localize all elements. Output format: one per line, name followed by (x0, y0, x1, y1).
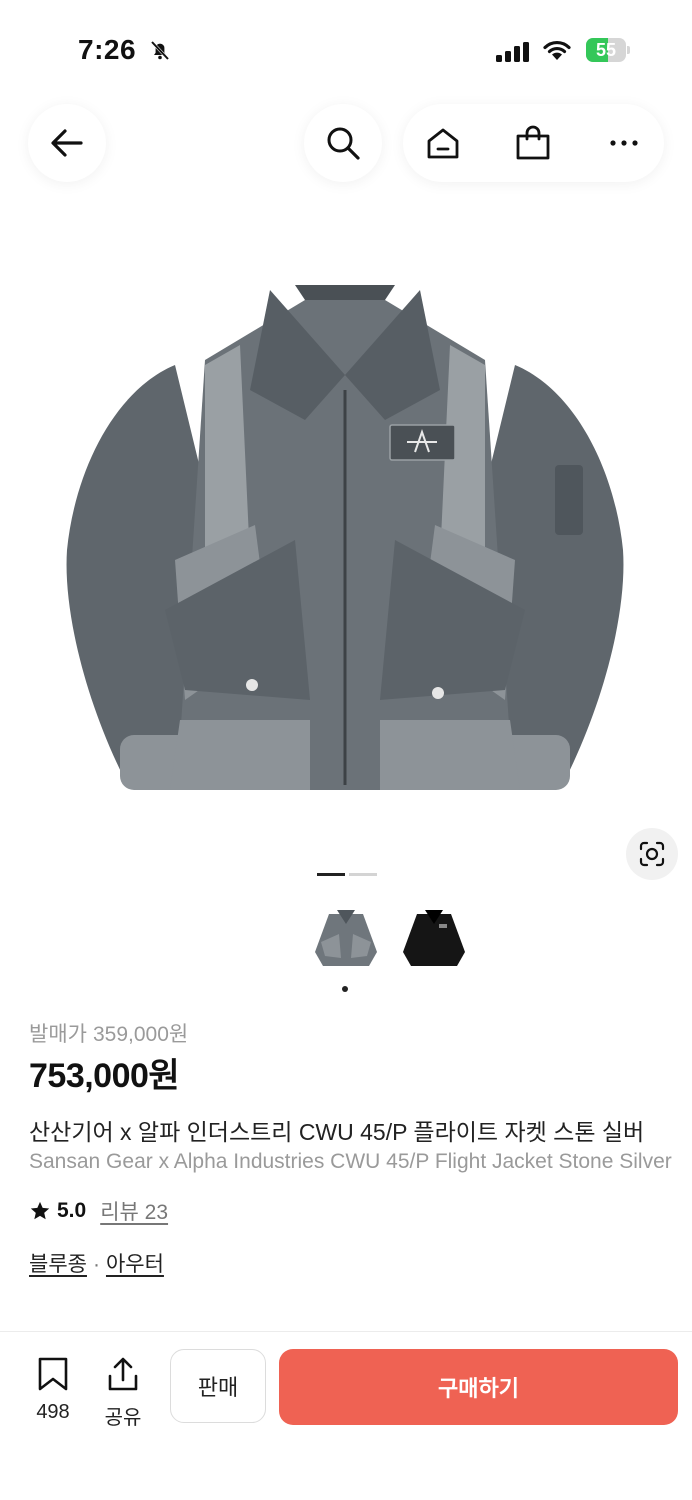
share-button[interactable]: 공유 (93, 1356, 153, 1430)
category-link-blouson[interactable]: 블루종 (29, 1253, 87, 1276)
release-price-value: 359,000원 (92, 1023, 189, 1046)
sell-button[interactable]: 판매 (170, 1349, 266, 1423)
status-bar: 7:26 55 (0, 0, 692, 100)
jacket-thumbnail (315, 910, 377, 966)
battery-level: 55 (595, 40, 617, 60)
more-dots-icon (610, 140, 638, 146)
battery-icon: 55 (586, 38, 630, 62)
buy-button[interactable]: 구매하기 (279, 1349, 678, 1425)
arrow-left-icon (51, 129, 83, 157)
cellular-signal-icon (496, 42, 530, 67)
bookmark-icon (38, 1357, 68, 1391)
wifi-icon (542, 38, 572, 67)
release-price: 발매가 359,000원 (29, 1018, 194, 1048)
product-name-korean: 산산기어 x 알파 인더스트리 CWU 45/P 플라이트 자켓 스톤 실버 (29, 1119, 645, 1145)
lens-scan-icon (639, 841, 665, 867)
category-breadcrumb: 블루종 · 아우터 (29, 1248, 164, 1278)
home-icon (427, 128, 459, 159)
more-button[interactable] (584, 104, 664, 182)
status-time: 7:26 (78, 34, 137, 65)
shopping-bag-button[interactable] (493, 104, 573, 182)
rating-row: 5.0 리뷰 23 (29, 1196, 168, 1226)
product-image[interactable] (55, 280, 635, 810)
share-label: 공유 (104, 1407, 142, 1429)
release-price-label: 발매가 (29, 1023, 87, 1046)
search-icon (327, 127, 360, 160)
image-search-button[interactable] (626, 828, 678, 880)
thumbnail-stone-silver[interactable] (311, 906, 381, 972)
search-button[interactable] (304, 104, 382, 182)
bookmark-button[interactable]: 498 (23, 1356, 83, 1424)
rating-score: 5.0 (57, 1199, 87, 1222)
page-indicator-segment (349, 873, 377, 876)
review-link[interactable]: 리뷰 23 (100, 1196, 168, 1226)
home-button[interactable] (403, 104, 483, 182)
shopping-bag-icon (516, 125, 550, 160)
bookmark-count: 498 (36, 1401, 70, 1423)
back-button[interactable] (28, 104, 106, 182)
jacket-thumbnail (403, 910, 465, 966)
category-separator: · (92, 1253, 100, 1276)
gallery-page-indicator (317, 873, 377, 877)
star-icon (30, 1201, 50, 1220)
product-name-english: Sansan Gear x Alpha Industries CWU 45/P … (29, 1150, 672, 1173)
jacket-illustration (66, 285, 624, 790)
bell-off-icon (148, 38, 172, 67)
share-icon (108, 1357, 138, 1391)
thumbnail-black[interactable] (399, 906, 469, 972)
category-link-outer[interactable]: 아우터 (106, 1253, 164, 1276)
selected-thumbnail-dot (342, 986, 348, 992)
page-indicator-segment (317, 873, 345, 876)
current-price: 753,000원 (29, 1057, 180, 1095)
header-action-group (403, 104, 664, 182)
